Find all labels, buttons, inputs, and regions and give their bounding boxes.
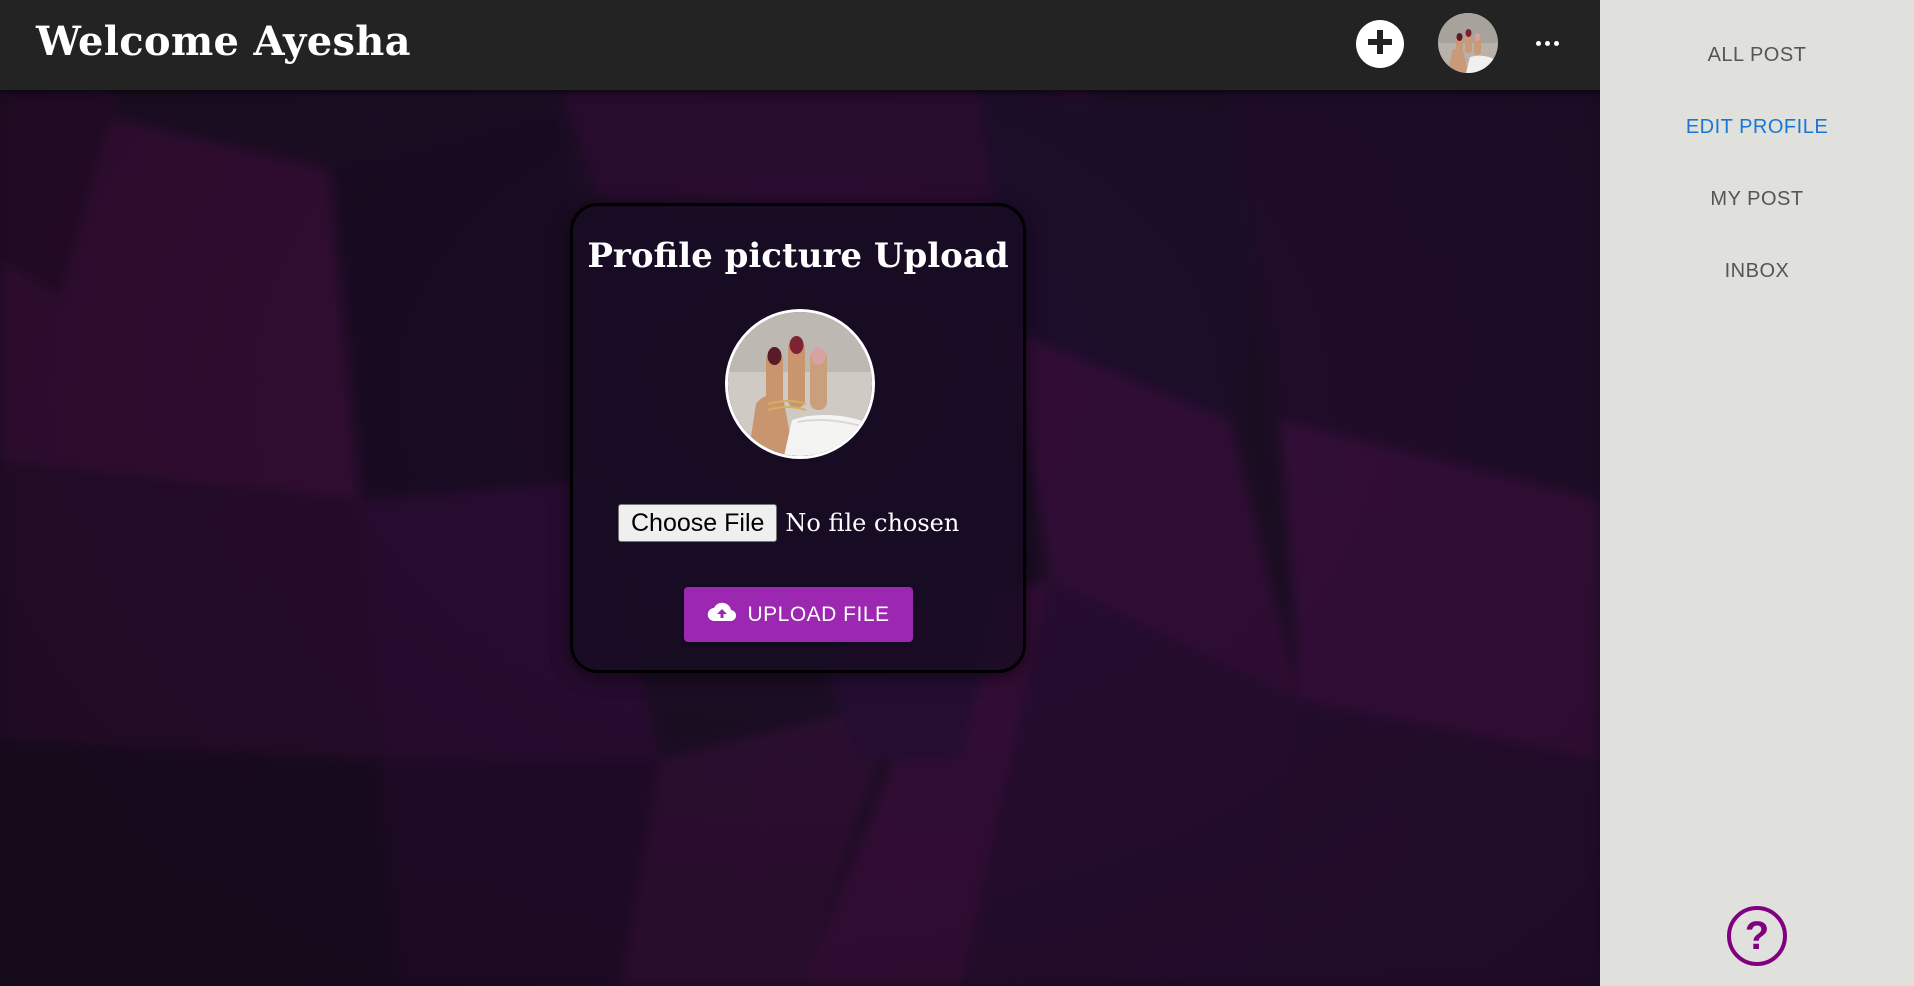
upload-file-label: UPLOAD FILE	[747, 602, 890, 626]
page-title: Welcome Ayesha	[36, 18, 411, 65]
choose-file-button[interactable]: Choose File	[618, 504, 778, 542]
profile-picture-preview	[725, 309, 875, 459]
card-title: Profile picture Upload	[587, 236, 1009, 276]
sidebar-item-inbox[interactable]: INBOX	[1600, 260, 1914, 283]
sidebar: ALL POST EDIT PROFILE MY POST INBOX ?	[1600, 0, 1914, 986]
cloud-upload-icon	[707, 601, 737, 628]
more-options-button[interactable]	[1530, 28, 1564, 58]
more-horizontal-icon	[1535, 40, 1541, 46]
top-header: Welcome Ayesha	[0, 0, 1600, 90]
question-circle-icon: ?	[1744, 914, 1770, 958]
profile-upload-card: Profile picture Upload Choose File No fi	[570, 203, 1026, 673]
help-button[interactable]: ?	[1727, 906, 1787, 966]
sidebar-item-all-post[interactable]: ALL POST	[1600, 44, 1914, 67]
file-status-text: No file chosen	[785, 509, 960, 537]
upload-file-button[interactable]: UPLOAD FILE	[684, 587, 913, 642]
add-post-button[interactable]	[1356, 20, 1404, 68]
main-area: Welcome Ayesha Profile picture Upload Ch…	[0, 0, 1600, 986]
sidebar-item-edit-profile[interactable]: EDIT PROFILE	[1600, 116, 1914, 139]
sidebar-item-my-post[interactable]: MY POST	[1600, 188, 1914, 211]
plus-circle-icon	[1365, 27, 1395, 62]
user-avatar[interactable]	[1438, 13, 1498, 73]
file-input: Choose File No file chosen	[618, 504, 959, 542]
stray-text: ;	[34, 752, 38, 768]
